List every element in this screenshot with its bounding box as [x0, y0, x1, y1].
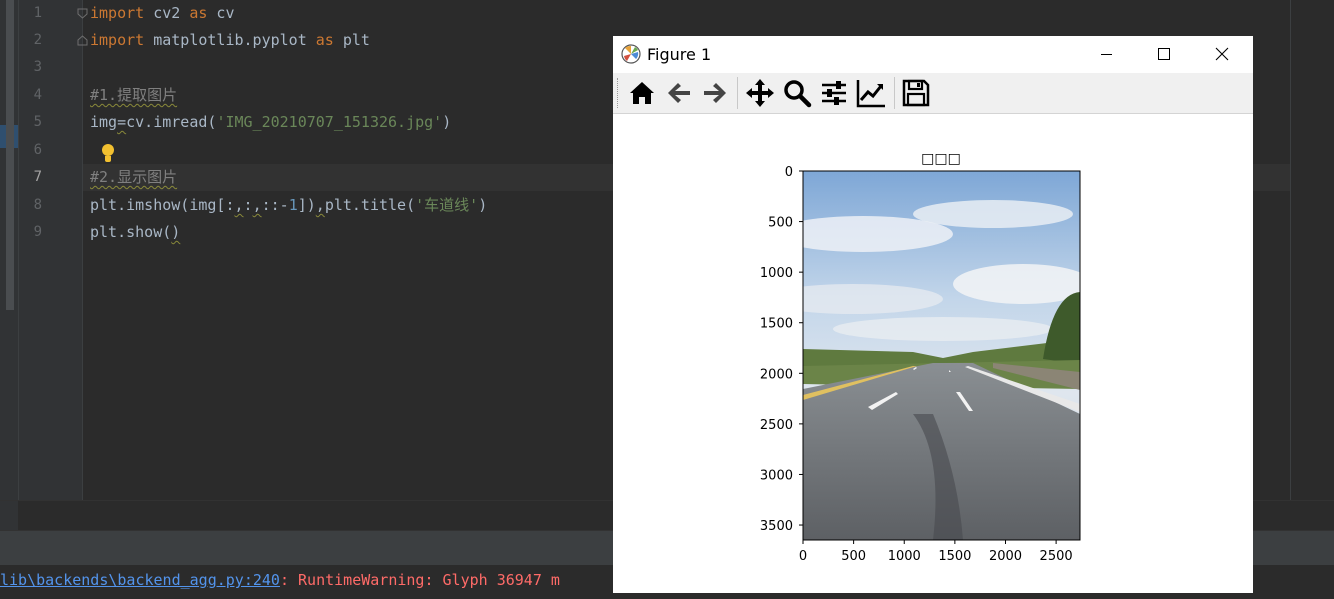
- toolbar-separator: [894, 77, 895, 109]
- minimize-icon[interactable]: [1077, 36, 1135, 73]
- paren: ): [171, 223, 181, 241]
- line-number: 3: [33, 59, 42, 75]
- chart: □□□ 0 500 1000 1500 2000 2500 0500100015…: [760, 151, 1081, 564]
- line-number: 9: [33, 224, 42, 240]
- right-margin-guide: [1290, 0, 1291, 500]
- toolbar-grip[interactable]: [617, 78, 621, 108]
- x-tick-label: 2000: [989, 549, 1022, 564]
- code-text: ]): [297, 196, 316, 214]
- keyword: import: [90, 4, 145, 22]
- code-text: plt.imshow(img[:: [90, 196, 235, 214]
- console-file-link[interactable]: lib\backends\backend_agg.py:240: [0, 571, 280, 589]
- code-text: plt.show(: [90, 223, 172, 241]
- line-number: 6: [33, 142, 42, 158]
- toolbar-separator: [737, 77, 738, 109]
- comma: ,: [234, 196, 244, 214]
- alias: plt: [333, 31, 370, 49]
- y-tick-label: 3500: [760, 519, 793, 534]
- zoom-icon[interactable]: [781, 77, 813, 109]
- keyword: as: [189, 4, 208, 22]
- keyword: as: [315, 31, 334, 49]
- number-literal: 1: [288, 196, 298, 214]
- line-number: 2: [33, 32, 42, 48]
- chart-title: □□□: [921, 151, 961, 167]
- line-number: 4: [33, 87, 42, 103]
- comment: #2.显示图片: [90, 168, 178, 186]
- comma: ,: [252, 196, 262, 214]
- pan-icon[interactable]: [744, 77, 776, 109]
- string-literal: '车道线': [415, 196, 479, 214]
- line-number: 7: [33, 169, 42, 185]
- module-name: matplotlib.pyplot: [144, 31, 316, 49]
- variable: img: [90, 113, 118, 131]
- home-icon[interactable]: [626, 77, 658, 109]
- back-icon[interactable]: [663, 77, 695, 109]
- paren: ): [478, 196, 488, 214]
- fold-start-icon[interactable]: [77, 8, 88, 19]
- code-line-4[interactable]: #1.提取图片: [90, 82, 177, 109]
- y-tick-label: 1000: [760, 266, 793, 281]
- forward-icon[interactable]: [699, 77, 731, 109]
- figure-window[interactable]: Figure 1 □□□ 0 500 1000 1500 2000 2500 0…: [613, 36, 1253, 593]
- y-tick-label: 2000: [760, 367, 793, 382]
- code-line-2[interactable]: import matplotlib.pyplot as plt: [90, 27, 370, 54]
- comma: ,: [315, 196, 325, 214]
- figure-titlebar[interactable]: Figure 1: [613, 36, 1253, 73]
- code-line-5[interactable]: img=cv.imread('IMG_20210707_151326.jpg'): [90, 109, 451, 136]
- code-line-8[interactable]: plt.imshow(img[:,:,::-1]),plt.title('车道线…: [90, 192, 487, 219]
- code-text: plt.title(: [324, 196, 416, 214]
- matplotlib-logo-icon: [621, 44, 641, 64]
- configure-subplots-icon[interactable]: [818, 77, 850, 109]
- y-tick-label: 3000: [760, 468, 793, 483]
- y-tick-label: 2500: [760, 418, 793, 433]
- code-line-7[interactable]: #2.显示图片: [90, 164, 177, 191]
- x-tick-label: 1000: [888, 549, 921, 564]
- side-scrollbar[interactable]: [6, 0, 14, 310]
- gutter-border: [82, 0, 83, 500]
- y-tick-label: 1500: [760, 317, 793, 332]
- comment: #1.提取图片: [90, 86, 178, 104]
- console-line: lib\backends\backend_agg.py:240: Runtime…: [0, 571, 560, 589]
- code-text: :: [243, 196, 253, 214]
- console-message: : RuntimeWarning: Glyph 36947 m: [279, 571, 560, 589]
- module-name: cv2: [144, 4, 190, 22]
- keyword: import: [90, 31, 145, 49]
- maximize-icon[interactable]: [1135, 36, 1193, 73]
- save-icon[interactable]: [900, 77, 932, 109]
- edit-axes-icon[interactable]: [855, 77, 887, 109]
- fold-end-icon[interactable]: [77, 35, 88, 46]
- line-number: 8: [33, 197, 42, 213]
- x-axis: 0 500 1000 1500 2000 2500: [799, 540, 1073, 564]
- figure-title: Figure 1: [647, 45, 712, 64]
- operator: =: [117, 113, 127, 131]
- x-tick-label: 1500: [938, 549, 971, 564]
- y-tick-label: 500: [768, 216, 793, 231]
- y-axis: 0 500 1000 1500 2000 2500 3000 3500: [760, 165, 803, 534]
- code-line-1[interactable]: import cv2 as cv: [90, 0, 235, 27]
- x-tick-label: 0: [799, 549, 807, 564]
- figure-toolbar: [613, 73, 1253, 114]
- editor-side-strip: [0, 0, 19, 500]
- call: cv.imread(: [126, 113, 217, 131]
- close-icon[interactable]: [1193, 36, 1251, 73]
- code-text: ::-: [261, 196, 289, 214]
- figure-canvas[interactable]: □□□ 0 500 1000 1500 2000 2500 0 500 1000…: [613, 114, 1253, 593]
- alias: cv: [207, 4, 235, 22]
- x-tick-label: 500: [841, 549, 866, 564]
- paren: ): [442, 113, 452, 131]
- y-tick-label: 0: [785, 165, 793, 180]
- code-line-9[interactable]: plt.show(): [90, 219, 180, 246]
- photo-image: [803, 171, 1080, 540]
- line-number: 5: [33, 114, 42, 130]
- line-number: 1: [33, 5, 42, 21]
- x-tick-label: 2500: [1040, 549, 1073, 564]
- lightbulb-icon[interactable]: [100, 144, 116, 164]
- string-literal: 'IMG_20210707_151326.jpg': [216, 113, 443, 131]
